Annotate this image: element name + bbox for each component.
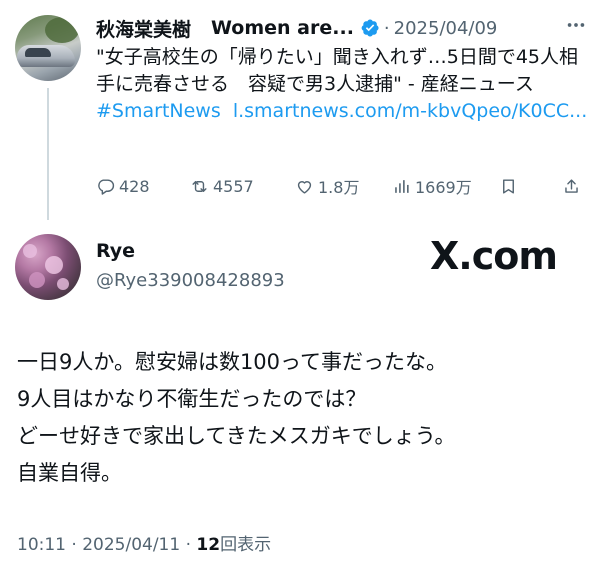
reply-line: どーせ好きで家出してきたメスガキでしょう。 xyxy=(17,424,456,448)
parent-separator: · xyxy=(383,17,390,39)
reply-author-avatar[interactable] xyxy=(15,234,81,300)
parent-text-plain: "女子高校生の「帰りたい」聞き入れず…5日間で45人相手に売春させる 容疑で男3… xyxy=(96,46,579,95)
view-count: 12 xyxy=(196,535,221,555)
like-button[interactable]: 1.8万 xyxy=(295,173,359,199)
reply-tweet-text: 一日9人か。慰安婦は数100って事だったな。 9人目はかなり不衛生だったのでは？… xyxy=(17,344,587,492)
views-count: 1669万 xyxy=(415,178,472,197)
reply-line: 自業自得。 xyxy=(17,461,122,485)
share-button[interactable] xyxy=(562,173,585,199)
parent-tweet-header: 秋海棠美樹 Women are... · 2025/04/09 xyxy=(96,12,497,44)
like-count: 1.8万 xyxy=(318,178,360,197)
share-icon xyxy=(565,178,578,193)
repost-count: 4557 xyxy=(213,176,254,196)
views-button[interactable]: 1669万 xyxy=(392,173,472,199)
xcom-watermark: X.com xyxy=(430,234,558,278)
parent-tweet-text: "女子高校生の「帰りたい」聞き入れず…5日間で45人相手に売春させる 容疑で男3… xyxy=(96,44,591,125)
parent-display-name[interactable]: 秋海棠美樹 xyxy=(96,15,191,42)
reply-count: 428 xyxy=(119,176,150,196)
parent-author-avatar[interactable] xyxy=(15,15,81,81)
repost-icon xyxy=(192,180,207,192)
repost-button[interactable]: 4557 xyxy=(190,173,254,199)
like-icon xyxy=(297,180,312,194)
parent-date[interactable]: 2025/04/09 xyxy=(394,18,498,39)
reply-footer: 10:11 · 2025/04/11 · 12回表示 xyxy=(17,530,271,555)
view-label: 回表示 xyxy=(220,535,272,555)
hashtag-link[interactable]: #SmartNews xyxy=(96,100,221,122)
article-link[interactable]: l.smartnews.com/m-kbvQpeo/K0CC... xyxy=(233,100,587,122)
bookmark-icon xyxy=(503,178,514,194)
reply-display-name[interactable]: Rye xyxy=(96,240,135,262)
more-icon[interactable] xyxy=(563,12,589,38)
reply-timestamp[interactable]: 10:11 · 2025/04/11 · xyxy=(17,535,196,555)
parent-handle[interactable]: Women are... xyxy=(211,17,354,39)
verified-icon xyxy=(360,18,380,38)
reply-icon xyxy=(98,178,115,195)
views-icon xyxy=(395,179,409,193)
reply-line: 9人目はかなり不衛生だったのでは？ xyxy=(17,387,367,411)
reply-handle[interactable]: @Rye339008428893 xyxy=(96,270,285,291)
reply-line: 一日9人か。慰安婦は数100って事だったな。 xyxy=(17,350,447,374)
reply-button[interactable]: 428 xyxy=(96,173,150,199)
thread-connector-line xyxy=(47,88,49,220)
parent-action-bar: 428 4557 1.8万 1669万 xyxy=(96,173,592,199)
bookmark-button[interactable] xyxy=(499,173,522,199)
